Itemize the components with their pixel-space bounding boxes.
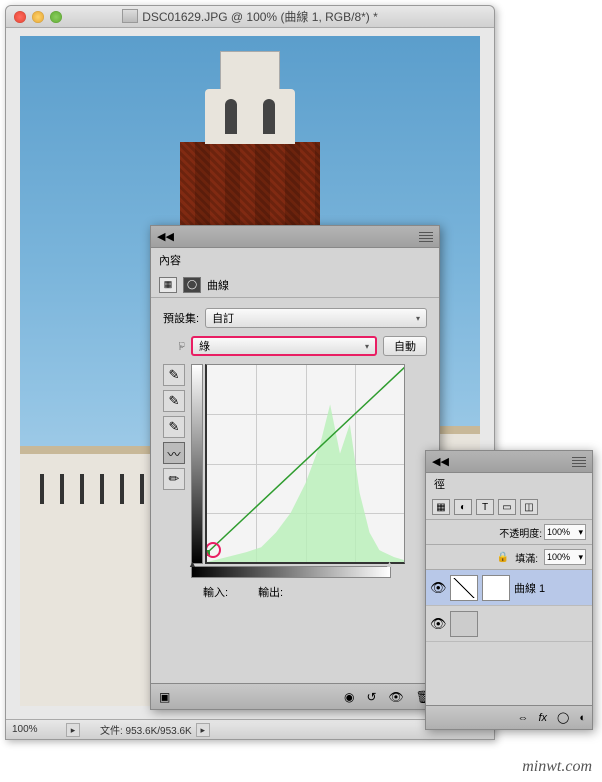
titlebar[interactable]: DSC01629.JPG @ 100% (曲線 1, RGB/8*) * — [6, 6, 494, 28]
reset-icon[interactable]: ↺ — [366, 690, 376, 704]
watermark: minwt.com — [522, 758, 592, 776]
filter-type-icon[interactable]: T — [476, 499, 494, 515]
collapse-icon[interactable]: ◀◀ — [157, 230, 174, 243]
opacity-label: 不透明度: — [499, 525, 542, 540]
layer-thumbnail[interactable] — [450, 611, 478, 637]
opacity-input[interactable]: 100%▾ — [544, 524, 586, 540]
auto-button[interactable]: 自動 — [383, 336, 427, 356]
chevron-down-icon: ▾ — [365, 342, 369, 351]
input-label: 輸入: — [203, 584, 228, 600]
curve-line — [207, 365, 405, 564]
visibility-icon[interactable]: 👁 — [430, 616, 446, 632]
image-content — [20, 446, 170, 706]
chevron-down-icon: ▾ — [416, 314, 420, 323]
mask-icon[interactable]: ◯ — [183, 277, 201, 293]
output-gradient — [191, 364, 203, 564]
layer-mask-thumbnail[interactable] — [482, 575, 510, 601]
properties-panel: ◀◀ 內容 ▦ ◯ 曲線 預設集: 自訂▾ ☟ 綠▾ 自動 ✎ ✎ ✎ 〰 — [150, 225, 440, 710]
collapse-icon[interactable]: ◀◀ — [432, 455, 449, 468]
output-label: 輸出: — [258, 584, 283, 600]
fill-label: 填滿: — [515, 550, 538, 565]
curves-graph[interactable] — [205, 364, 405, 564]
adjustment-icon[interactable]: ▦ — [159, 277, 177, 293]
layers-footer: ⇔ fx ◯ ◐ — [426, 705, 592, 729]
layer-thumbnail[interactable] — [450, 575, 478, 601]
curve-point-tool[interactable]: 〰 — [163, 442, 185, 464]
curve-tools: ✎ ✎ ✎ 〰 ✏ — [163, 364, 187, 564]
adjustment-header: ▦ ◯ 曲線 — [151, 272, 439, 298]
fx-icon[interactable]: fx — [538, 712, 547, 724]
panel-body: 預設集: 自訂▾ ☟ 綠▾ 自動 ✎ ✎ ✎ 〰 ✏ — [151, 298, 439, 610]
panel-footer: ▣ ◉ ↺ 👁 🗑 — [151, 683, 439, 709]
mask-add-icon[interactable]: ◯ — [557, 711, 569, 724]
curve-pencil-tool[interactable]: ✏ — [163, 468, 185, 490]
fill-input[interactable]: 100%▾ — [544, 549, 586, 565]
file-size: 文件: 953.6K/953.6K — [80, 722, 192, 737]
lock-icon[interactable]: 🔒 — [497, 552, 509, 563]
input-gradient[interactable] — [191, 566, 391, 578]
status-arrow-icon[interactable]: ▸ — [66, 723, 80, 737]
adjustment-add-icon[interactable]: ◐ — [579, 712, 586, 724]
adjustment-type: 曲線 — [207, 277, 229, 293]
panel-tabbar[interactable]: ◀◀ — [426, 451, 592, 473]
visibility-icon[interactable]: 👁 — [389, 690, 404, 704]
panel-tab[interactable]: 徑 — [426, 473, 592, 495]
status-bar: 100% ▸ 文件: 953.6K/953.6K ▸ — [6, 719, 494, 739]
zoom-level[interactable]: 100% — [6, 724, 66, 735]
hand-icon[interactable]: ☟ — [163, 340, 185, 353]
document-title: DSC01629.JPG @ 100% (曲線 1, RGB/8*) * — [6, 8, 494, 25]
layer-name[interactable]: 曲線 1 — [514, 580, 545, 596]
eyedropper-gray-icon[interactable]: ✎ — [163, 390, 185, 412]
channel-select[interactable]: 綠▾ — [191, 336, 377, 356]
curve-point-highlight — [205, 542, 221, 558]
preset-label: 預設集: — [163, 310, 199, 326]
layer-row[interactable]: 👁 曲線 1 — [426, 570, 592, 606]
layers-panel: ◀◀ 徑 ▦ ◐ T ▭ ◫ 不透明度: 100%▾ 🔒 填滿: 100%▾ 👁… — [425, 450, 593, 730]
filter-adjust-icon[interactable]: ◐ — [454, 499, 472, 515]
panel-tabbar[interactable]: ◀◀ — [151, 226, 439, 248]
eyedropper-white-icon[interactable]: ✎ — [163, 416, 185, 438]
visibility-icon[interactable]: 👁 — [430, 580, 446, 596]
panel-menu-icon[interactable] — [572, 457, 586, 467]
panel-menu-icon[interactable] — [419, 232, 433, 242]
filter-smart-icon[interactable]: ◫ — [520, 499, 538, 515]
filter-shape-icon[interactable]: ▭ — [498, 499, 516, 515]
panel-title[interactable]: 內容 — [151, 248, 439, 272]
clip-icon[interactable]: ▣ — [159, 690, 170, 704]
eyedropper-black-icon[interactable]: ✎ — [163, 364, 185, 386]
layer-filter-row: ▦ ◐ T ▭ ◫ — [426, 495, 592, 520]
view-previous-icon[interactable]: ◉ — [344, 690, 354, 704]
layer-row[interactable]: 👁 — [426, 606, 592, 642]
status-menu-icon[interactable]: ▸ — [196, 723, 210, 737]
link-icon[interactable]: ⇔ — [517, 712, 528, 724]
filter-pixel-icon[interactable]: ▦ — [432, 499, 450, 515]
preset-select[interactable]: 自訂▾ — [205, 308, 427, 328]
